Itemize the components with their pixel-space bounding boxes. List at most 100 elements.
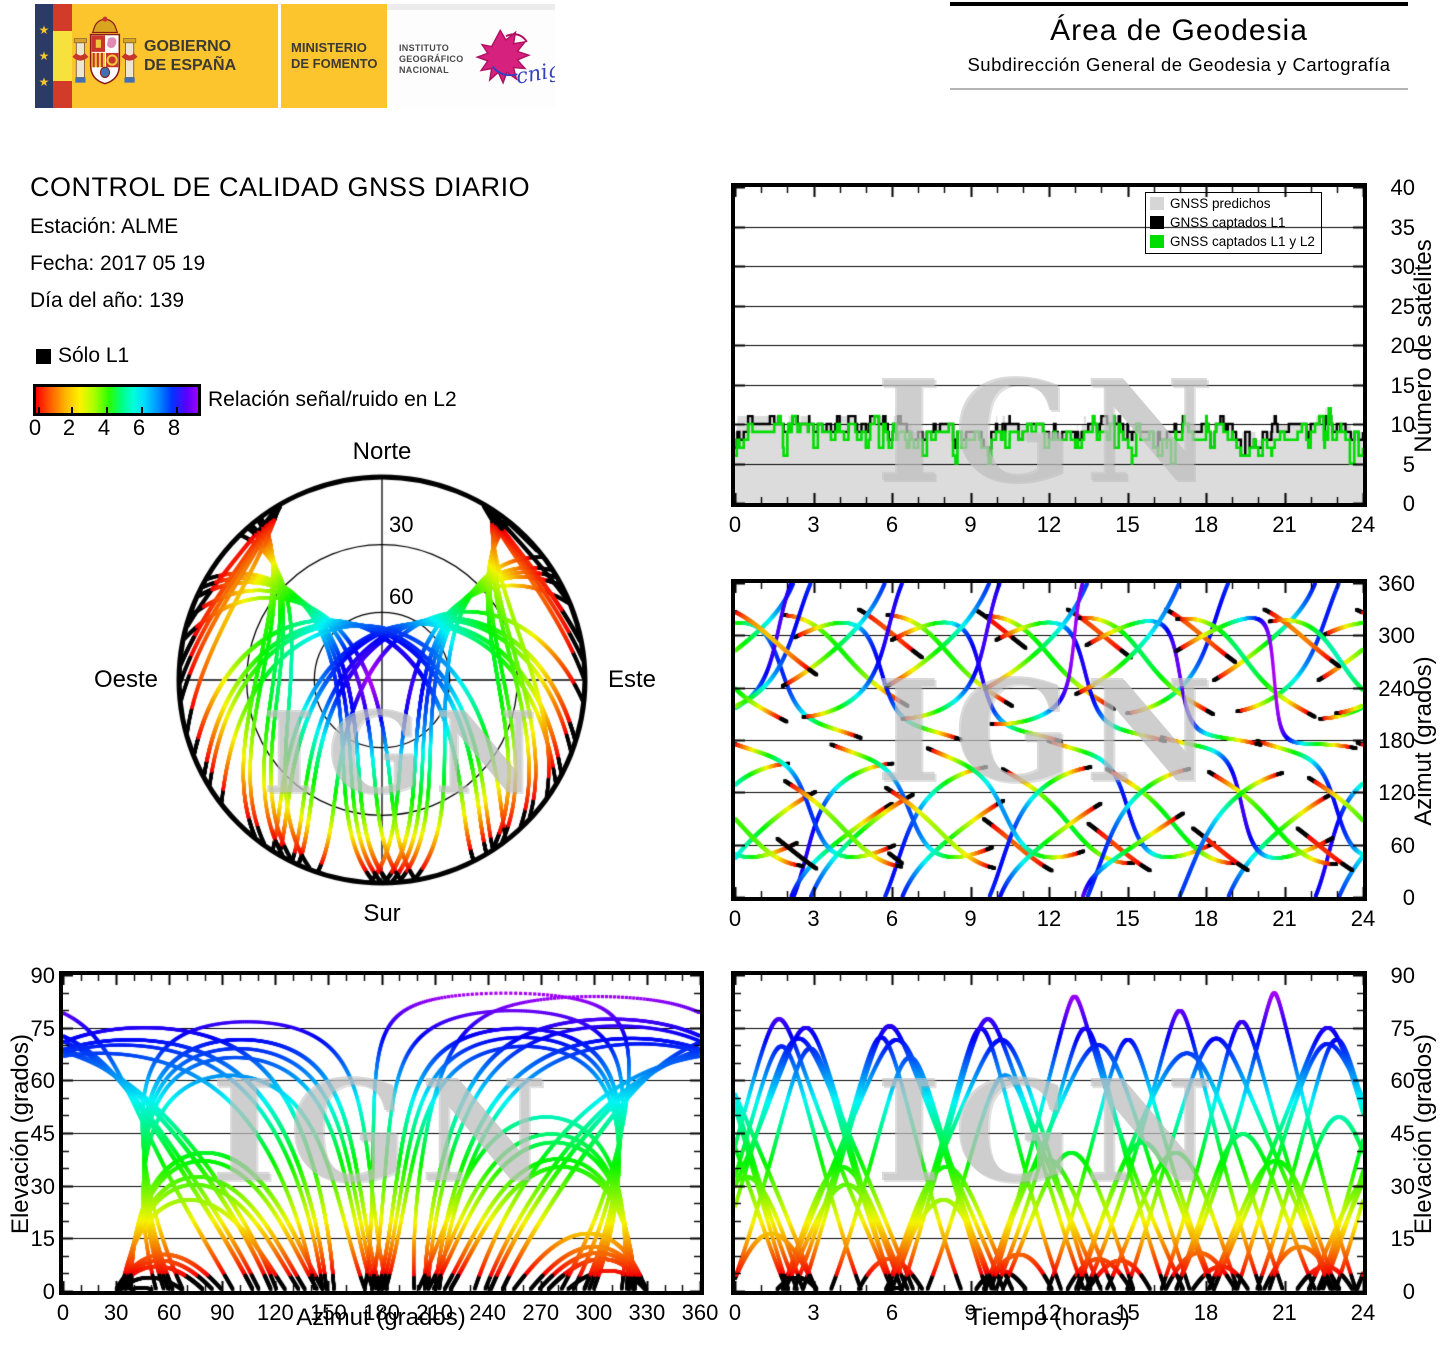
tick-label: 12	[1036, 906, 1062, 931]
chart-legend: GNSS predichos GNSS captados L1 GNSS cap…	[1145, 192, 1322, 254]
gray-swatch-icon	[1150, 197, 1164, 210]
header-title: Área de Geodesia	[1050, 14, 1308, 47]
tick-label: 45	[30, 1121, 55, 1146]
eu-flag-strip: ★ ★ ★	[35, 4, 53, 108]
tick-label: 45	[1390, 1121, 1415, 1146]
tick-label: 18	[1193, 1300, 1219, 1325]
tick-label: 3	[807, 1300, 820, 1325]
star-icon: ★	[38, 49, 50, 63]
tick-label: 0	[42, 1279, 55, 1304]
colorbar-tick: 2	[62, 415, 76, 440]
tick-label: 9	[964, 906, 977, 931]
colorbar-tick: 0	[28, 415, 42, 440]
tick-label: 120	[256, 1300, 294, 1325]
tick-label: 180	[363, 1300, 400, 1325]
elevation-azimuth-canvas	[63, 975, 700, 1291]
tick-label: 5	[1402, 451, 1415, 477]
tick-label: 15	[1115, 1300, 1140, 1325]
tick-label: 20	[1390, 333, 1415, 358]
tick-label: 90	[210, 1300, 235, 1325]
tick-label: 3	[807, 512, 820, 537]
tick-label: 40	[1390, 175, 1415, 200]
tick-label: 60	[156, 1300, 182, 1325]
tick-label: 21	[1272, 512, 1297, 537]
doy-label: Día del año: 139	[30, 289, 185, 312]
tick-label: 75	[30, 1015, 55, 1041]
legend-item-predichos: GNSS predichos	[1150, 194, 1315, 213]
tick-label: 15	[30, 1226, 55, 1252]
star-icon: ★	[38, 75, 50, 89]
tick-label: 360	[1378, 571, 1415, 596]
gnss-quality-report-page: ★ ★ ★ GOBIERNO DE ESPAÑA MINISTERIO DE F…	[0, 0, 1445, 1350]
station-label: Estación: ALME	[30, 215, 179, 238]
black-square-icon	[36, 348, 51, 364]
tick-label: 18	[1193, 512, 1219, 537]
elevation-time-canvas	[735, 975, 1363, 1291]
snr-colorbar	[33, 384, 201, 416]
tick-label: 180	[1378, 728, 1415, 753]
tick-label: 15	[1115, 906, 1140, 931]
skyplot-canvas	[167, 465, 597, 895]
legend-item-captados-l1: GNSS captados L1	[1150, 213, 1315, 232]
tick-label: 12	[1036, 1300, 1062, 1325]
colorbar-tick: 4	[97, 415, 111, 440]
tick-label: 6	[885, 1300, 899, 1325]
tick-label: 21	[1272, 1300, 1297, 1325]
tick-label: 30	[30, 1173, 55, 1199]
colorbar-label: Relación señal/ruido en L2	[208, 388, 457, 411]
black-swatch-icon	[1150, 216, 1164, 229]
tick-label: 0	[728, 906, 742, 931]
tick-label: 21	[1272, 906, 1297, 931]
tick-label: 300	[1378, 623, 1415, 649]
tick-label: 150	[310, 1300, 347, 1325]
government-logo: ★ ★ ★ GOBIERNO DE ESPAÑA MINISTERIO DE F…	[35, 4, 555, 108]
tick-label: 15	[1390, 1226, 1415, 1252]
tick-label: 90	[1390, 963, 1415, 988]
legend-item-captados-l1-l2: GNSS captados L1 y L2	[1150, 232, 1315, 251]
tick-label: 15	[1115, 512, 1140, 537]
header-subtitle: Subdirección General de Geodesia y Carto…	[967, 54, 1391, 75]
tick-label: 35	[1390, 214, 1415, 240]
tick-label: 25	[1390, 293, 1415, 319]
skyplot-south-label: Sur	[363, 900, 401, 927]
cnig-text: cnig	[514, 57, 555, 89]
tick-label: 3	[807, 906, 820, 931]
gobierno-label: GOBIERNO DE ESPAÑA	[144, 38, 237, 74]
tick-label: 0	[1402, 885, 1415, 910]
tick-label: 9	[964, 1300, 977, 1325]
tick-label: 0	[728, 512, 742, 537]
tick-label: 120	[1378, 780, 1415, 806]
tick-label: 30	[1390, 254, 1415, 279]
tick-label: 30	[1390, 1173, 1415, 1199]
date-label: Fecha: 2017 05 19	[30, 252, 206, 275]
cnig-logo-icon: cnig	[474, 28, 555, 89]
solo-l1-legend: Sólo L1	[36, 344, 129, 368]
area-geodesia-header: Área de Geodesia Subdirección General de…	[950, 2, 1408, 90]
tick-label: 0	[728, 1300, 742, 1325]
star-icon: ★	[38, 23, 50, 37]
spain-coat-of-arms-icon	[72, 16, 138, 85]
tick-label: 15	[1390, 372, 1415, 398]
tick-label: 75	[1390, 1015, 1415, 1041]
tick-label: 270	[522, 1300, 560, 1325]
tick-label: 60	[30, 1068, 55, 1094]
page-title: CONTROL DE CALIDAD GNSS DIARIO	[30, 172, 531, 202]
tick-label: 330	[628, 1300, 666, 1325]
tick-label: 210	[416, 1300, 453, 1325]
ministerio-block: MINISTERIO DE FOMENTO	[281, 4, 387, 108]
tick-label: 6	[885, 906, 899, 931]
spain-flag-strip	[53, 4, 72, 108]
skyplot-east-label: Este	[608, 666, 657, 693]
ministerio-label: MINISTERIO DE FOMENTO	[291, 40, 378, 71]
skyplot-north-label: Norte	[352, 438, 412, 465]
tick-label: 18	[1193, 906, 1219, 931]
green-swatch-icon	[1150, 235, 1164, 248]
tick-label: 9	[964, 512, 977, 537]
instituto-block: INSTITUTO GEOGRÁFICO NACIONAL cnig	[387, 4, 555, 108]
tick-label: 10	[1390, 412, 1415, 437]
tick-label: 60	[1390, 1068, 1415, 1094]
tick-label: 0	[1402, 1279, 1415, 1304]
colorbar-tick: 8	[167, 415, 181, 440]
tick-label: 6	[885, 512, 899, 537]
tick-label: 90	[30, 963, 55, 988]
